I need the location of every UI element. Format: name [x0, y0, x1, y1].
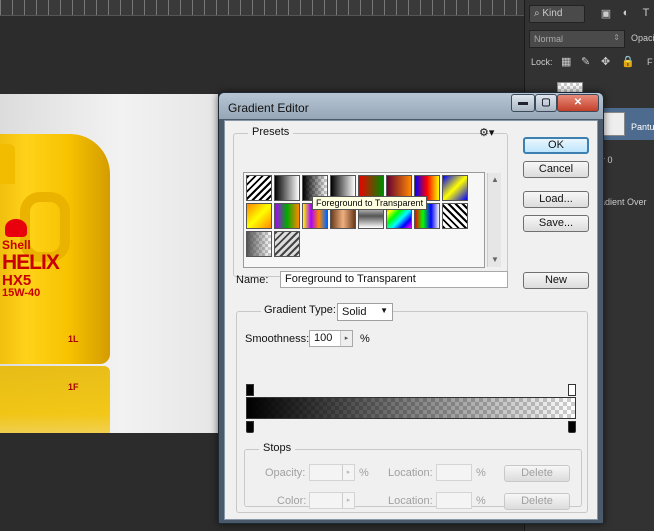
presets-grid[interactable] — [243, 172, 485, 268]
horizontal-ruler — [0, 0, 524, 16]
fill-label: F — [647, 57, 653, 67]
stop-color-label: Color: — [277, 495, 307, 507]
scroll-down-icon[interactable]: ▼ — [491, 255, 499, 264]
color-stop-end[interactable] — [568, 421, 576, 433]
stop-opacity-spin-icon[interactable]: ▸ — [342, 465, 354, 480]
smoothness-label: Smoothness: — [245, 333, 310, 345]
filter-kind-select[interactable]: ⌕ Kind — [529, 5, 585, 23]
stop-opacity-location-label: Location: — [388, 467, 433, 479]
blend-mode-select[interactable]: Normal ⇕ — [529, 30, 625, 48]
document-canvas[interactable]: Shell HELIX HX5 15W-40 1L 1F — [0, 94, 218, 433]
preset-swatch[interactable] — [442, 175, 468, 201]
bottle-neck — [0, 144, 15, 184]
stops-label: Stops — [259, 442, 296, 454]
type-filter-icon[interactable]: T — [639, 7, 653, 21]
cancel-button[interactable]: Cancel — [523, 161, 589, 178]
lock-position-icon[interactable]: ✥ — [601, 55, 610, 68]
preset-swatch[interactable] — [274, 231, 300, 257]
blend-mode-value: Normal — [534, 34, 564, 44]
bottle-brand: Shell — [2, 238, 31, 252]
save-button[interactable]: Save... — [523, 215, 589, 232]
chevron-down-icon: ▼ — [380, 306, 388, 315]
reflection-volume: 1F — [68, 382, 79, 392]
gradient-editor-dialog: Gradient Editor ▬ ▢ ✕ Presets ⚙▾ Foregro… — [218, 92, 604, 524]
stop-opacity-unit: % — [359, 467, 369, 479]
dialog-body: Presets ⚙▾ Foreground to Transparent ▲ ▼… — [224, 120, 598, 520]
preset-swatch[interactable] — [246, 231, 272, 257]
stop-color-location-input[interactable] — [436, 492, 472, 509]
name-input[interactable]: Foreground to Transparent — [280, 271, 508, 288]
load-button[interactable]: Load... — [523, 191, 589, 208]
minimize-icon[interactable]: ▬ — [511, 94, 535, 112]
maximize-icon[interactable]: ▢ — [535, 94, 557, 112]
opacity-label: Opaci — [631, 33, 654, 43]
smoothness-input[interactable]: 100 ▸ — [309, 330, 353, 347]
preset-tooltip: Foreground to Transparent — [312, 196, 428, 210]
layer-name[interactable]: Pantu — [631, 122, 654, 132]
layer-fragment-3: radient Over — [597, 197, 647, 207]
stop-color-location-unit: % — [476, 495, 486, 507]
pixel-filter-icon[interactable]: ▣ — [599, 7, 613, 21]
stop-color-swatch[interactable]: ▸ — [309, 492, 355, 509]
lock-all-icon[interactable]: 🔒 — [621, 55, 635, 68]
stop-opacity-location-unit: % — [476, 467, 486, 479]
stop-color-arrow-icon[interactable]: ▸ — [342, 493, 354, 508]
stop-opacity-label: Opacity: — [265, 467, 306, 479]
scroll-up-icon[interactable]: ▲ — [491, 175, 499, 184]
preset-swatch[interactable] — [274, 175, 300, 201]
gradient-preview-bar[interactable] — [246, 397, 576, 419]
name-label: Name: — [236, 274, 269, 286]
bottle-grade: 15W-40 — [2, 287, 41, 299]
layer-mask-thumbnail[interactable] — [601, 112, 625, 136]
adjustment-filter-icon[interactable]: ◐ — [619, 7, 633, 21]
dialog-title: Gradient Editor — [228, 101, 309, 115]
filter-kind-label: Kind — [542, 8, 563, 19]
opacity-stop-start[interactable] — [246, 384, 254, 396]
delete-opacity-stop-button[interactable]: Delete — [504, 465, 570, 482]
presets-menu-gear-icon[interactable]: ⚙▾ — [479, 126, 494, 139]
stop-opacity-input[interactable]: ▸ — [309, 464, 355, 481]
presets-scrollbar[interactable]: ▲ ▼ — [487, 173, 501, 267]
close-icon[interactable]: ✕ — [557, 94, 599, 112]
delete-color-stop-button[interactable]: Delete — [504, 493, 570, 510]
gradient-type-label: Gradient Type: — [261, 304, 339, 316]
preset-swatch[interactable] — [274, 203, 300, 229]
bottle-reflection — [0, 366, 110, 433]
preset-swatch[interactable] — [442, 203, 468, 229]
gradient-type-select[interactable]: Solid ▼ — [337, 303, 393, 321]
new-button[interactable]: New — [523, 272, 589, 289]
smoothness-unit: % — [360, 333, 370, 345]
lock-transparent-icon[interactable]: ▦ — [561, 55, 571, 68]
shell-logo-icon — [5, 219, 27, 237]
smoothness-spin-icon[interactable]: ▸ — [340, 331, 352, 346]
preset-swatch[interactable] — [246, 203, 272, 229]
preset-swatch[interactable] — [246, 175, 272, 201]
lock-label: Lock: — [531, 57, 553, 67]
bottle-volume: 1L — [68, 334, 79, 344]
opacity-stop-end[interactable] — [568, 384, 576, 396]
gradient-type-value: Solid — [342, 306, 367, 318]
color-stop-start[interactable] — [246, 421, 254, 433]
ok-button[interactable]: OK — [523, 137, 589, 154]
stop-opacity-location-input[interactable] — [436, 464, 472, 481]
presets-label: Presets — [248, 126, 294, 138]
lock-image-icon[interactable]: ✎ — [581, 55, 590, 68]
stop-color-location-label: Location: — [388, 495, 433, 507]
smoothness-value: 100 — [314, 332, 333, 344]
